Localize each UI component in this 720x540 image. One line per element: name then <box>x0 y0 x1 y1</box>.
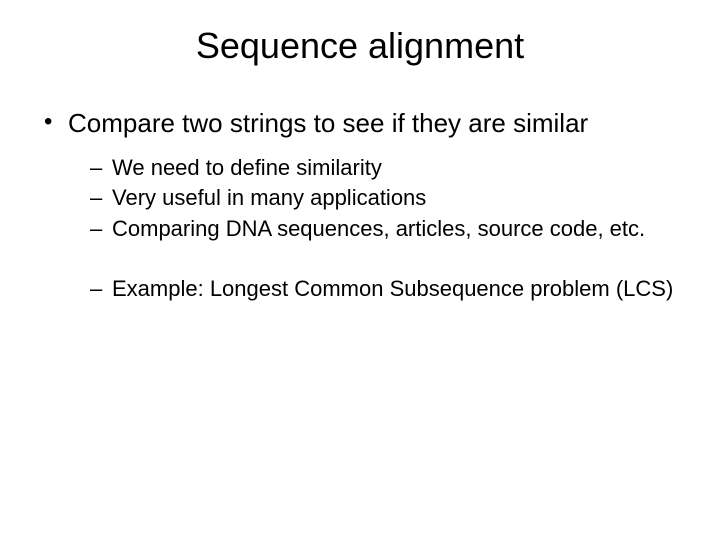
bullet-list-level2: We need to define similarity Very useful… <box>68 154 680 304</box>
bullet-text: Comparing DNA sequences, articles, sourc… <box>112 216 645 241</box>
bullet-list-level1: Compare two strings to see if they are s… <box>40 107 680 304</box>
bullet-text: Example: Longest Common Subsequence prob… <box>112 276 673 301</box>
list-item: We need to define similarity <box>90 154 680 183</box>
slide-title: Sequence alignment <box>40 25 680 67</box>
list-item: Compare two strings to see if they are s… <box>40 107 680 304</box>
bullet-text: We need to define similarity <box>112 155 382 180</box>
bullet-text: Compare two strings to see if they are s… <box>68 108 588 138</box>
list-item: Comparing DNA sequences, articles, sourc… <box>90 215 680 244</box>
list-item: Example: Longest Common Subsequence prob… <box>90 275 680 304</box>
bullet-text: Very useful in many applications <box>112 185 426 210</box>
list-item: Very useful in many applications <box>90 184 680 213</box>
